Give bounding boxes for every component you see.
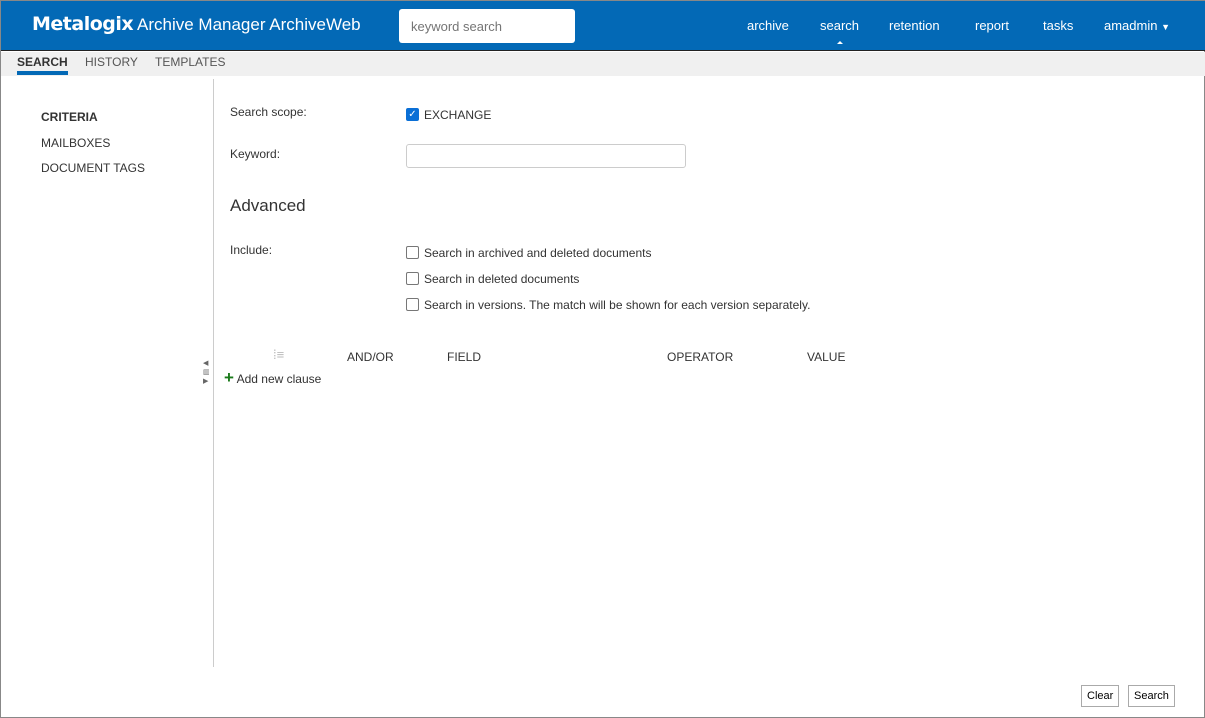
nav-search[interactable]: search	[820, 18, 859, 44]
exchange-checkbox[interactable]: ✓	[406, 108, 419, 121]
col-field: FIELD	[447, 350, 482, 364]
tab-history[interactable]: HISTORY	[85, 55, 138, 69]
nav-archive[interactable]: archive	[747, 18, 789, 33]
subtabs: SEARCH HISTORY TEMPLATES	[1, 52, 1205, 76]
nav-retention[interactable]: retention	[889, 18, 940, 33]
col-operator: OPERATOR	[667, 350, 734, 364]
logo: Metalogix	[32, 13, 134, 35]
scope-label: Search scope:	[230, 105, 307, 119]
tab-templates[interactable]: TEMPLATES	[155, 55, 225, 69]
user-menu[interactable]: amadmin ▼	[1104, 18, 1170, 33]
user-name: amadmin	[1104, 18, 1158, 33]
sidebar-item-document-tags[interactable]: DOCUMENT TAGS	[41, 161, 145, 175]
advanced-heading: Advanced	[230, 196, 306, 215]
list-icon[interactable]: ⁞≡	[273, 347, 284, 362]
archived-deleted-checkbox[interactable]	[406, 246, 419, 259]
add-clause-link[interactable]: + Add new clause	[224, 368, 321, 388]
sidebar-item-criteria[interactable]: CRITERIA	[41, 110, 98, 124]
keyword-field[interactable]	[406, 144, 686, 168]
exchange-label: EXCHANGE	[424, 108, 492, 122]
search-button[interactable]: Search	[1128, 685, 1175, 707]
nav-tasks[interactable]: tasks	[1043, 18, 1073, 33]
header: Metalogix Archive Manager ArchiveWeb arc…	[1, 1, 1205, 51]
tab-search[interactable]: SEARCH	[17, 55, 68, 75]
nav-report[interactable]: report	[975, 18, 1009, 33]
add-clause-label: Add new clause	[236, 372, 322, 386]
archived-deleted-label: Search in archived and deleted documents	[424, 246, 652, 260]
keyword-search-input[interactable]	[399, 9, 575, 43]
sidebar-item-mailboxes[interactable]: MAILBOXES	[41, 136, 110, 150]
col-value: VALUE	[807, 350, 846, 364]
app-title: Archive Manager ArchiveWeb	[137, 15, 361, 34]
keyword-label: Keyword:	[230, 147, 281, 161]
splitter-handle-icon[interactable]: ◀ ▥ ▶	[203, 359, 210, 386]
versions-checkbox[interactable]	[406, 298, 419, 311]
versions-label: Search in versions. The match will be sh…	[424, 298, 811, 312]
splitter[interactable]	[213, 79, 214, 667]
clear-button[interactable]: Clear	[1081, 685, 1120, 707]
include-label: Include:	[230, 243, 273, 257]
deleted-checkbox[interactable]	[406, 272, 419, 285]
plus-icon: +	[224, 368, 234, 387]
caret-down-icon: ▼	[1161, 22, 1171, 32]
col-andor: AND/OR	[347, 350, 394, 364]
deleted-label: Search in deleted documents	[424, 272, 580, 286]
